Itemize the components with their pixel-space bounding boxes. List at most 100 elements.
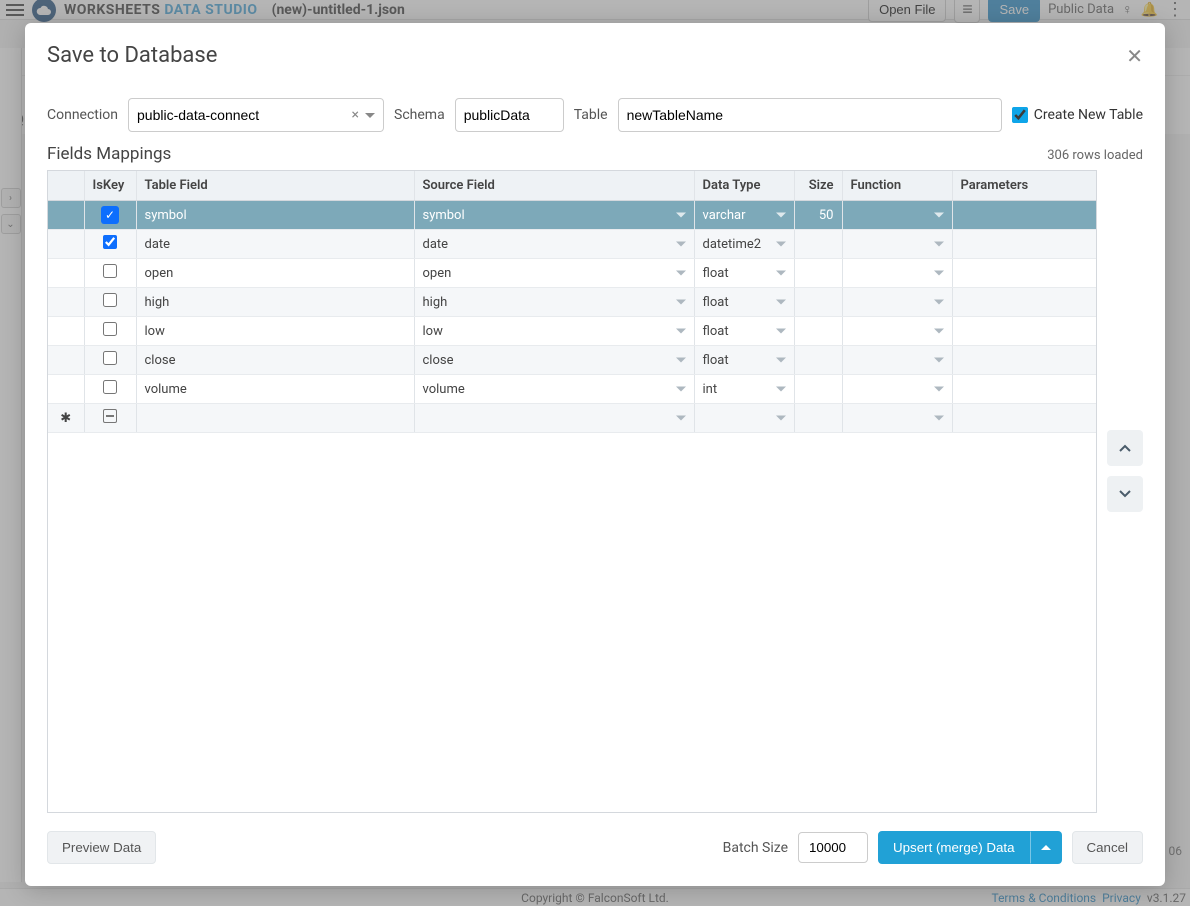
source-field-cell[interactable]: volume: [414, 375, 694, 404]
clear-connection-icon[interactable]: ×: [352, 107, 359, 123]
source-field-cell[interactable]: symbol: [414, 201, 694, 230]
source-field-cell[interactable]: open: [414, 259, 694, 288]
iskey-cell[interactable]: [84, 230, 136, 259]
size-cell[interactable]: [794, 230, 842, 259]
table-row[interactable]: highhighfloat: [48, 288, 1096, 317]
table-field-cell[interactable]: close: [136, 346, 414, 375]
size-cell[interactable]: [794, 404, 842, 433]
iskey-checkbox[interactable]: [103, 264, 117, 278]
schema-input[interactable]: [464, 107, 555, 123]
col-header-parameters[interactable]: Parameters: [952, 171, 1096, 201]
parameters-cell[interactable]: [952, 317, 1096, 346]
function-cell[interactable]: [842, 375, 952, 404]
connection-input[interactable]: [137, 107, 346, 123]
iskey-cell[interactable]: ✓: [84, 201, 136, 230]
table-field-cell[interactable]: low: [136, 317, 414, 346]
dropdown-caret-icon[interactable]: [934, 358, 944, 363]
dropdown-caret-icon[interactable]: [776, 358, 786, 363]
row-handle[interactable]: [48, 230, 84, 259]
dropdown-caret-icon[interactable]: [776, 213, 786, 218]
size-cell[interactable]: [794, 375, 842, 404]
close-icon[interactable]: ✕: [1126, 44, 1143, 68]
parameters-cell[interactable]: [952, 404, 1096, 433]
table-field-cell[interactable]: symbol: [136, 201, 414, 230]
dropdown-caret-icon[interactable]: [776, 387, 786, 392]
col-header-function[interactable]: Function: [842, 171, 952, 201]
dropdown-caret-icon[interactable]: [776, 271, 786, 276]
dropdown-caret-icon[interactable]: [934, 271, 944, 276]
dropdown-caret-icon[interactable]: [676, 387, 686, 392]
row-handle[interactable]: [48, 259, 84, 288]
iskey-cell[interactable]: [84, 375, 136, 404]
data-type-cell[interactable]: [694, 404, 794, 433]
iskey-cell[interactable]: [84, 288, 136, 317]
parameters-cell[interactable]: [952, 375, 1096, 404]
data-type-cell[interactable]: float: [694, 259, 794, 288]
dropdown-caret-icon[interactable]: [676, 358, 686, 363]
dropdown-caret-icon[interactable]: [776, 416, 786, 421]
dropdown-caret-icon[interactable]: [934, 300, 944, 305]
col-header-table-field[interactable]: Table Field: [136, 171, 414, 201]
data-type-cell[interactable]: float: [694, 346, 794, 375]
dropdown-caret-icon[interactable]: [934, 213, 944, 218]
move-row-down-button[interactable]: [1107, 476, 1143, 512]
col-header-data-type[interactable]: Data Type: [694, 171, 794, 201]
function-cell[interactable]: [842, 346, 952, 375]
dropdown-caret-icon[interactable]: [676, 271, 686, 276]
data-type-cell[interactable]: varchar: [694, 201, 794, 230]
dropdown-caret-icon[interactable]: [676, 242, 686, 247]
connection-caret-icon[interactable]: [365, 113, 375, 118]
source-field-cell[interactable]: low: [414, 317, 694, 346]
table-field-cell[interactable]: volume: [136, 375, 414, 404]
create-new-table-checkbox[interactable]: [1012, 107, 1028, 123]
col-header-iskey[interactable]: IsKey: [84, 171, 136, 201]
iskey-checkbox[interactable]: [103, 351, 117, 365]
iskey-checkbox[interactable]: [103, 380, 117, 394]
size-cell[interactable]: [794, 346, 842, 375]
cancel-button[interactable]: Cancel: [1072, 831, 1144, 864]
parameters-cell[interactable]: [952, 201, 1096, 230]
dropdown-caret-icon[interactable]: [934, 387, 944, 392]
function-cell[interactable]: [842, 288, 952, 317]
table-input[interactable]: [627, 107, 993, 123]
iskey-indeterminate-icon[interactable]: [103, 409, 117, 423]
function-cell[interactable]: [842, 230, 952, 259]
move-row-up-button[interactable]: [1107, 430, 1143, 466]
iskey-checkbox[interactable]: [103, 293, 117, 307]
dropdown-caret-icon[interactable]: [676, 416, 686, 421]
parameters-cell[interactable]: [952, 230, 1096, 259]
size-cell[interactable]: 50: [794, 201, 842, 230]
table-field-cell[interactable]: high: [136, 288, 414, 317]
data-type-cell[interactable]: int: [694, 375, 794, 404]
upsert-merge-button[interactable]: Upsert (merge) Data: [878, 831, 1029, 864]
dropdown-caret-icon[interactable]: [934, 416, 944, 421]
dropdown-caret-icon[interactable]: [676, 329, 686, 334]
new-row[interactable]: ✱: [48, 404, 1096, 433]
table-row[interactable]: openopenfloat: [48, 259, 1096, 288]
iskey-cell[interactable]: [84, 346, 136, 375]
dropdown-caret-icon[interactable]: [676, 213, 686, 218]
table-row[interactable]: ✓symbolsymbolvarchar50: [48, 201, 1096, 230]
upsert-options-button[interactable]: [1030, 831, 1062, 864]
iskey-checkbox[interactable]: [103, 322, 117, 336]
table-field-cell[interactable]: date: [136, 230, 414, 259]
dropdown-caret-icon[interactable]: [934, 242, 944, 247]
iskey-cell[interactable]: [84, 317, 136, 346]
col-header-size[interactable]: Size: [794, 171, 842, 201]
iskey-checkbox[interactable]: [103, 235, 117, 249]
data-type-cell[interactable]: float: [694, 317, 794, 346]
table-input-box[interactable]: [618, 98, 1002, 132]
row-handle[interactable]: [48, 317, 84, 346]
row-handle[interactable]: [48, 346, 84, 375]
function-cell[interactable]: [842, 404, 952, 433]
row-handle[interactable]: [48, 288, 84, 317]
schema-input-box[interactable]: [455, 98, 564, 132]
dropdown-caret-icon[interactable]: [934, 329, 944, 334]
function-cell[interactable]: [842, 259, 952, 288]
row-handle[interactable]: [48, 201, 84, 230]
table-row[interactable]: lowlowfloat: [48, 317, 1096, 346]
row-handle[interactable]: [48, 375, 84, 404]
dropdown-caret-icon[interactable]: [776, 329, 786, 334]
col-header-source-field[interactable]: Source Field: [414, 171, 694, 201]
source-field-cell[interactable]: high: [414, 288, 694, 317]
